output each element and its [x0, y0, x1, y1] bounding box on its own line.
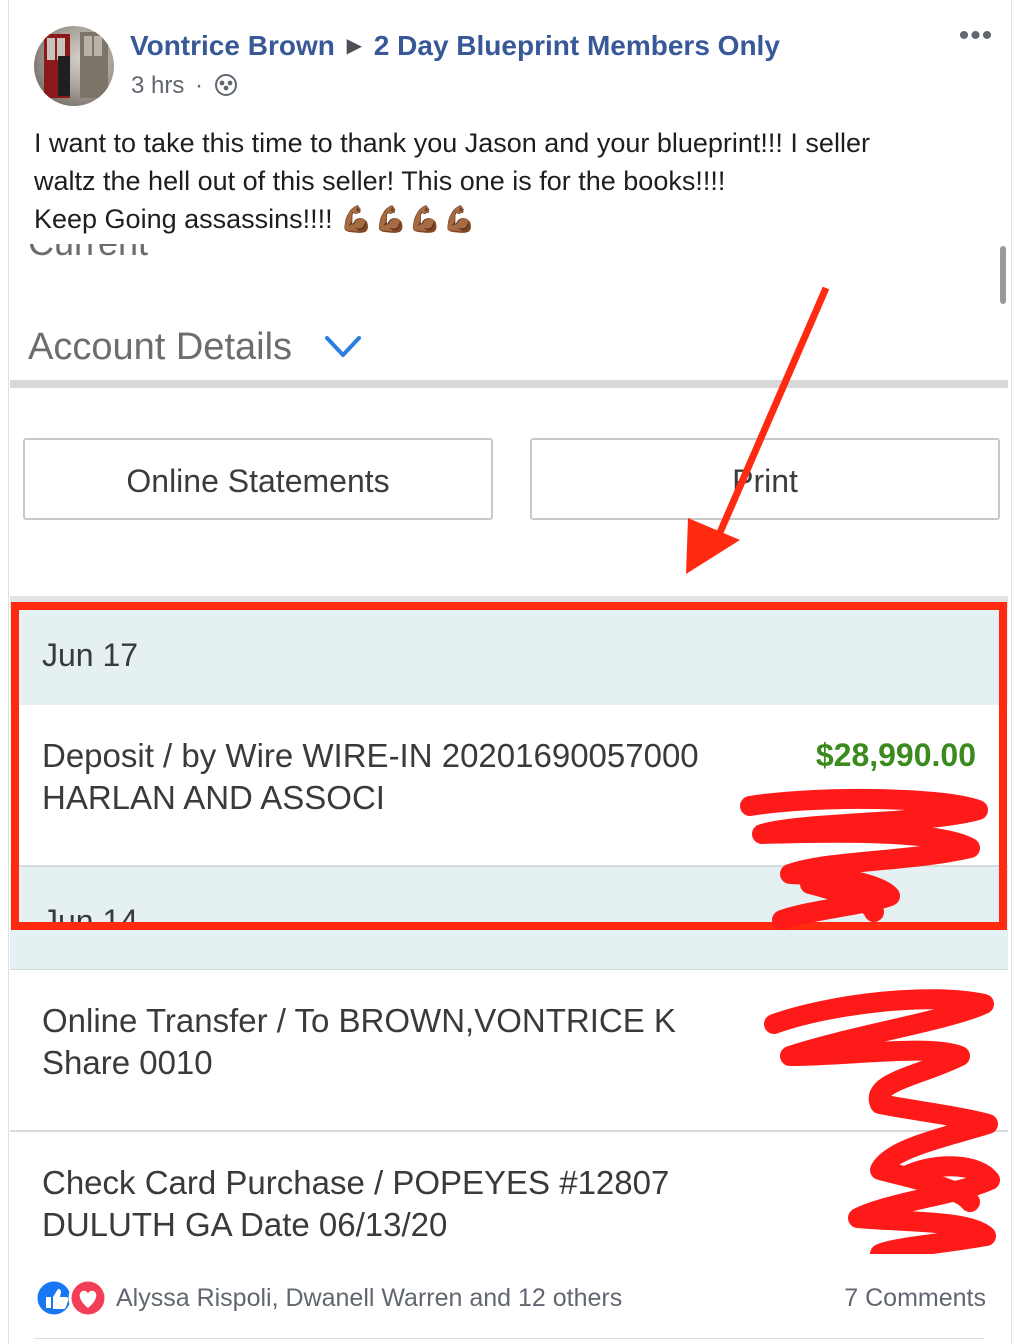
attached-photo[interactable]: Current Account Details Online Statement…	[10, 244, 1008, 1254]
post-text-segment: Keep Going assassins!!!!	[34, 204, 341, 234]
more-options-icon[interactable]: •••	[956, 21, 996, 54]
arrow-shaft	[711, 286, 830, 546]
triangle-right-icon: ▶	[346, 35, 363, 57]
comments-count-link[interactable]: 7 Comments	[844, 1284, 986, 1313]
meta-separator: ·	[195, 72, 204, 99]
reaction-names[interactable]: Alyssa Rispoli, Dwanell Warren and 12 ot…	[116, 1284, 622, 1313]
post-text-line: waltz the hell out of this seller! This …	[34, 166, 726, 196]
avatar-image	[44, 32, 108, 98]
author-name-link[interactable]: Vontrice Brown	[130, 30, 335, 61]
like-icon	[34, 1278, 74, 1318]
group-name-link[interactable]: 2 Day Blueprint Members Only	[374, 30, 780, 61]
author-avatar[interactable]	[34, 26, 114, 106]
redaction-scribble	[740, 788, 988, 930]
post-timestamp[interactable]: 3 hrs	[131, 72, 184, 99]
post-text-line: I want to take this time to thank you Ja…	[34, 128, 870, 158]
flexed-biceps-emoji: 💪🏾💪🏾💪🏾💪🏾	[340, 204, 478, 234]
post-meta: 3 hrs ·	[131, 72, 238, 104]
post-text-line: Keep Going assassins!!!! 💪🏾💪🏾💪🏾💪🏾	[34, 200, 974, 238]
reaction-icons[interactable]	[34, 1278, 110, 1323]
post-header-title: Vontrice Brown ▶ 2 Day Blueprint Members…	[130, 30, 780, 62]
post-body: I want to take this time to thank you Ja…	[34, 124, 974, 238]
arrow-head-icon	[686, 518, 740, 574]
love-icon	[68, 1278, 108, 1318]
annotation-overlay	[10, 286, 1008, 1254]
footer-divider	[34, 1338, 984, 1339]
group-audience-icon	[214, 73, 238, 104]
